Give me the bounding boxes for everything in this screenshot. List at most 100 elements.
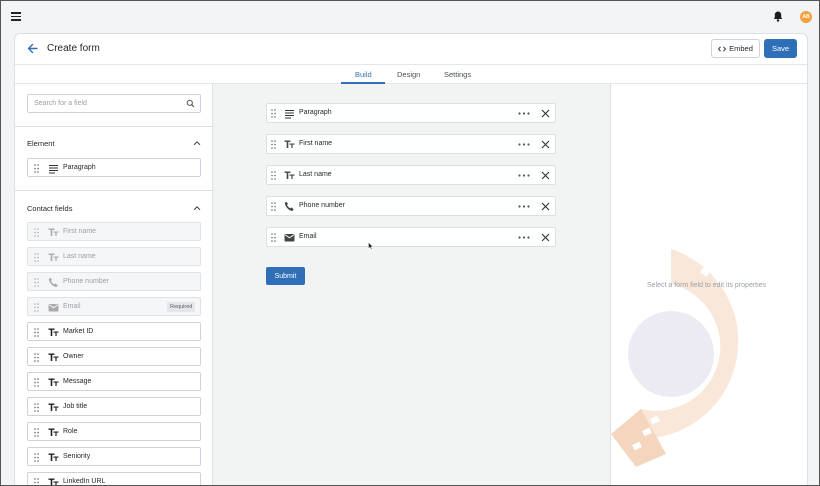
field-label: Seniority <box>63 453 91 460</box>
field-label: Role <box>63 428 78 435</box>
field-label: Phone number <box>63 278 109 285</box>
close-icon[interactable] <box>541 109 550 118</box>
section-divider <box>15 126 212 127</box>
contact-item-job-title[interactable]: Job title <box>27 397 201 416</box>
contact-item-email: Email Required <box>27 297 201 316</box>
app-window: AB Create form Embed Save Build Design S… <box>0 0 820 486</box>
close-icon[interactable] <box>541 171 550 180</box>
text-icon <box>48 253 59 261</box>
save-button[interactable]: Save <box>764 39 797 58</box>
chevron-up-icon[interactable] <box>193 205 201 211</box>
drag-handle-icon[interactable] <box>34 478 39 486</box>
mouse-cursor-icon <box>368 242 373 250</box>
field-label: Paragraph <box>63 164 96 171</box>
field-label: Last name <box>299 171 332 178</box>
text-icon <box>48 228 59 236</box>
drag-handle-icon[interactable] <box>271 233 276 242</box>
tab-design[interactable]: Design <box>397 70 420 79</box>
tab-build[interactable]: Build <box>355 70 372 79</box>
phone-icon <box>284 201 294 211</box>
drag-handle-icon[interactable] <box>34 328 39 337</box>
back-arrow-icon[interactable] <box>27 43 38 54</box>
drag-handle-icon <box>34 253 39 262</box>
code-icon <box>718 46 727 51</box>
contact-fields-section-title: Contact fields <box>27 204 73 213</box>
embed-button-label: Embed <box>729 44 753 53</box>
drag-handle-icon <box>34 303 39 312</box>
top-bar: AB <box>1 1 819 33</box>
element-item-paragraph[interactable]: Paragraph <box>27 158 201 177</box>
section-divider <box>15 190 212 191</box>
drag-handle-icon[interactable] <box>34 353 39 362</box>
text-icon <box>48 403 59 411</box>
contact-item-market-id[interactable]: Market ID <box>27 322 201 341</box>
more-horizontal-icon[interactable] <box>518 236 530 239</box>
close-icon[interactable] <box>541 202 550 211</box>
text-icon <box>48 328 59 336</box>
field-label: Owner <box>63 353 84 360</box>
contact-item-first-name: First name <box>27 222 201 241</box>
contact-item-message[interactable]: Message <box>27 372 201 391</box>
properties-empty-hint: Select a form field to edit its properti… <box>647 282 767 289</box>
chevron-up-icon[interactable] <box>193 140 201 146</box>
drag-handle-icon <box>34 278 39 287</box>
drag-handle-icon[interactable] <box>271 109 276 118</box>
drag-handle-icon[interactable] <box>34 164 39 173</box>
email-icon <box>284 234 295 242</box>
more-horizontal-icon[interactable] <box>518 174 530 177</box>
field-label: LinkedIn URL <box>63 478 106 485</box>
field-search-input[interactable]: Search for a field <box>27 94 201 113</box>
brand-watermark-icon <box>611 249 739 467</box>
paragraph-icon <box>285 110 294 119</box>
contact-item-phone-number: Phone number <box>27 272 201 291</box>
field-label: Message <box>63 378 92 385</box>
hamburger-icon[interactable] <box>11 12 21 21</box>
more-horizontal-icon[interactable] <box>518 143 530 146</box>
field-label: Email <box>63 303 81 310</box>
canvas-field-email[interactable]: Email <box>266 227 556 247</box>
drag-handle-icon[interactable] <box>34 453 39 462</box>
required-badge: Required <box>167 302 196 312</box>
drag-handle-icon[interactable] <box>271 171 276 180</box>
close-icon[interactable] <box>541 140 550 149</box>
search-placeholder: Search for a field <box>34 100 87 107</box>
more-horizontal-icon[interactable] <box>518 205 530 208</box>
search-icon[interactable] <box>186 99 195 108</box>
contact-item-owner[interactable]: Owner <box>27 347 201 366</box>
drag-handle-icon[interactable] <box>271 140 276 149</box>
text-icon <box>48 428 59 436</box>
text-icon <box>48 453 59 461</box>
paragraph-icon <box>49 165 58 174</box>
field-label: Phone number <box>299 202 345 209</box>
drag-handle-icon[interactable] <box>271 202 276 211</box>
drag-handle-icon[interactable] <box>34 428 39 437</box>
canvas-field-phone-number[interactable]: Phone number <box>266 196 556 216</box>
close-icon[interactable] <box>541 233 550 242</box>
bell-icon[interactable] <box>773 11 783 22</box>
field-label: First name <box>63 228 97 235</box>
text-icon <box>284 140 295 148</box>
submit-button[interactable]: Submit <box>266 267 305 285</box>
canvas-field-first-name[interactable]: First name <box>266 134 556 154</box>
contact-item-last-name: Last name <box>27 247 201 266</box>
email-icon <box>48 304 59 312</box>
tab-settings[interactable]: Settings <box>444 70 471 79</box>
canvas-field-last-name[interactable]: Last name <box>266 165 556 185</box>
more-horizontal-icon[interactable] <box>518 112 530 115</box>
avatar[interactable]: AB <box>800 11 812 23</box>
form-canvas: Paragraph First name Last name Phone num… <box>213 84 610 485</box>
field-label: Market ID <box>63 328 94 335</box>
contact-item-linkedin-url[interactable]: LinkedIn URL <box>27 472 201 486</box>
contact-item-role[interactable]: Role <box>27 422 201 441</box>
field-label: Last name <box>63 253 96 260</box>
embed-button[interactable]: Embed <box>711 39 760 58</box>
text-icon <box>48 478 59 485</box>
drag-handle-icon[interactable] <box>34 403 39 412</box>
tab-bar: Build Design Settings <box>15 64 807 84</box>
field-library-panel: Search for a field Element Paragraph Con… <box>15 84 213 486</box>
drag-handle-icon[interactable] <box>34 378 39 387</box>
canvas-field-paragraph[interactable]: Paragraph <box>266 103 556 123</box>
field-label: Paragraph <box>299 109 332 116</box>
text-icon <box>48 378 59 386</box>
contact-item-seniority[interactable]: Seniority <box>27 447 201 466</box>
